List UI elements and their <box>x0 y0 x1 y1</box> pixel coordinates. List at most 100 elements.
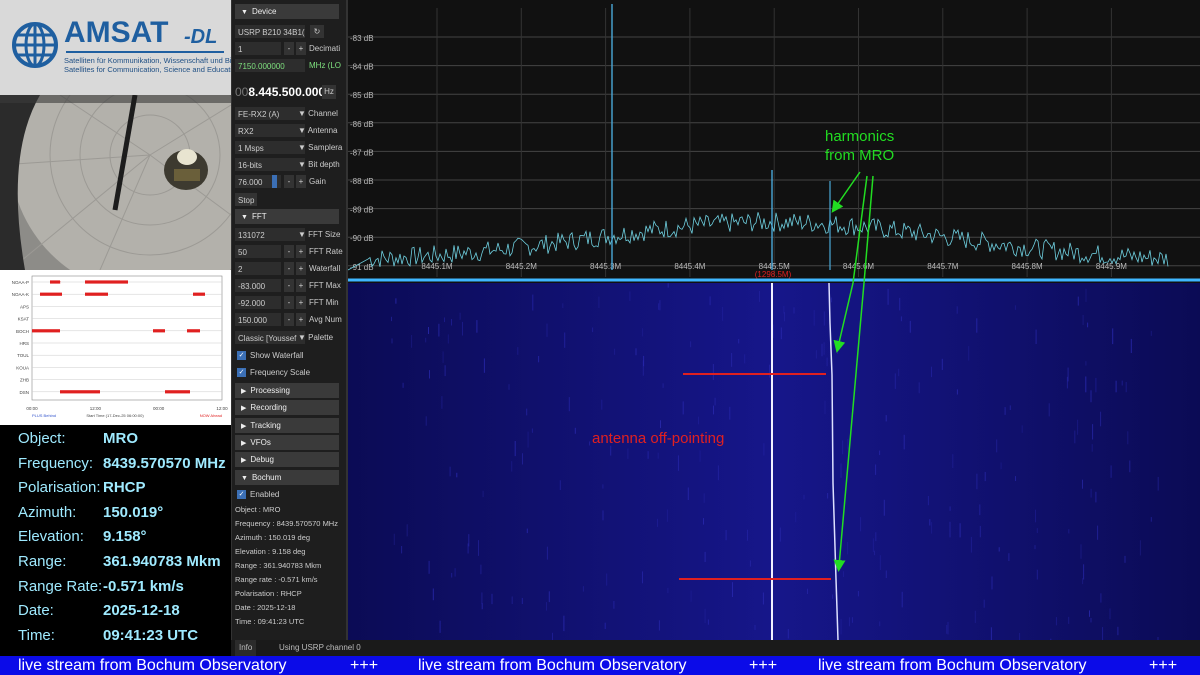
device-select[interactable]: USRP B210 34B1( <box>235 25 305 38</box>
waterfall-speckle <box>444 365 446 377</box>
frequency-display[interactable]: 008.445.500.000 Hz <box>235 83 343 101</box>
waterfall-speckle <box>1008 553 1010 561</box>
enabled-checkbox[interactable]: ✓ Enabled <box>235 487 343 502</box>
device-section-header[interactable]: ▼ Device <box>235 4 339 19</box>
waterfall-speckle <box>425 337 427 343</box>
refresh-icon[interactable]: ↻ <box>310 25 324 38</box>
stop-button[interactable]: Stop <box>235 193 257 206</box>
waterfall-plus-button[interactable]: + <box>296 262 306 275</box>
decimation-value[interactable]: 1 <box>235 42 281 55</box>
device-select-row[interactable]: USRP B210 34B1( ↻ <box>235 24 343 39</box>
waterfall-speckle <box>538 356 540 363</box>
status-text: Using USRP channel 0 <box>279 643 361 652</box>
fft-max-minus-button[interactable]: - <box>284 279 294 292</box>
frequency-value[interactable]: 8.445.500.000 <box>248 85 325 99</box>
fft-size-row[interactable]: 131072 ▼ FFT Size <box>235 227 343 242</box>
gain-plus-button[interactable]: + <box>296 175 306 188</box>
fft-max-plus-button[interactable]: + <box>296 279 306 292</box>
waterfall-speckle <box>991 576 993 590</box>
fft-spectrum-plot[interactable]: -83 dB -84 dB -85 dB -86 dB -87 dB -88 dB -89 … <box>346 0 1200 284</box>
info-tab[interactable]: Info <box>235 640 257 656</box>
waterfall-speckle <box>1082 479 1083 489</box>
gain-label: Gain <box>309 177 326 186</box>
waterfall-speckle <box>606 573 608 586</box>
bitdepth-label: Bit depth <box>308 160 340 169</box>
fft-min-minus-button[interactable]: - <box>284 296 294 309</box>
show-waterfall-checkbox[interactable]: ✓ Show Waterfall <box>235 348 343 363</box>
waterfall-speckle <box>807 588 808 594</box>
waterfall-display[interactable]: antenna off-pointing <box>346 282 1200 655</box>
waterfall-speckle <box>762 592 764 605</box>
waterfall-speckle <box>478 540 479 556</box>
fft-rate-input[interactable]: 50 <box>235 245 281 258</box>
fft-min-input[interactable]: -92.000 <box>235 296 281 309</box>
antenna-select[interactable]: RX2 <box>235 124 305 137</box>
samplerate-select[interactable]: 1 Msps <box>235 141 305 154</box>
channel-select[interactable]: FE-RX2 (A) <box>235 107 305 120</box>
info-label: Polarisation: <box>18 479 101 497</box>
tracking-section-header[interactable]: ▶ Tracking <box>235 418 339 433</box>
waterfall-speckle <box>657 518 658 527</box>
waterfall-speckle <box>946 625 948 634</box>
gain-slider-handle[interactable] <box>272 175 277 188</box>
palette-row[interactable]: Classic [Youssef ▼ Palette <box>235 330 343 345</box>
waterfall-speckle <box>887 288 889 305</box>
samplerate-row[interactable]: 1 Msps ▼ Samplera <box>235 140 343 155</box>
waterfall-speckle <box>860 517 862 532</box>
debug-section-header[interactable]: ▶ Debug <box>235 452 339 467</box>
vfos-section-header[interactable]: ▶ VFOs <box>235 435 339 450</box>
waterfall-speckle <box>1090 390 1092 403</box>
waterfall-minus-button[interactable]: - <box>284 262 294 275</box>
waterfall-speckle <box>666 509 668 522</box>
fft-rate-plus-button[interactable]: + <box>296 245 306 258</box>
waterfall-speckle <box>879 621 881 627</box>
waterfall-speckle <box>712 364 714 380</box>
recording-section-header[interactable]: ▶ Recording <box>235 400 339 415</box>
waterfall-speckle <box>848 617 850 627</box>
bochum-section-header[interactable]: ▼ Bochum <box>235 470 339 485</box>
schedule-marker: × <box>58 280 61 286</box>
decimation-minus-button[interactable]: - <box>284 42 294 55</box>
fft-rate-minus-button[interactable]: - <box>284 245 294 258</box>
waterfall-speckle <box>546 323 548 337</box>
channel-row[interactable]: FE-RX2 (A) ▼ Channel <box>235 106 343 121</box>
decimation-row: 1 - + Decimati <box>235 41 343 56</box>
avg-input[interactable]: 150.000 <box>235 313 281 326</box>
waterfall-speckle <box>1117 626 1119 636</box>
palette-select[interactable]: Classic [Youssef <box>235 331 305 344</box>
waterfall-speckle <box>974 610 976 623</box>
lo-input[interactable]: 7150.000000 <box>235 59 305 72</box>
waterfall-input[interactable]: 2 <box>235 262 281 275</box>
waterfall-speckle <box>847 541 849 555</box>
processing-section-header[interactable]: ▶ Processing <box>235 383 339 398</box>
waterfall-speckle <box>793 307 795 314</box>
avg-minus-button[interactable]: - <box>284 313 294 326</box>
waterfall-speckle <box>481 592 483 605</box>
antenna-row[interactable]: RX2 ▼ Antenna <box>235 123 343 138</box>
waterfall-speckle <box>559 480 561 490</box>
bitdepth-row[interactable]: 16-bits ▼ Bit depth <box>235 157 343 172</box>
decimation-plus-button[interactable]: + <box>296 42 306 55</box>
frequency-scale-checkbox[interactable]: ✓ Frequency Scale <box>235 365 343 380</box>
waterfall-speckle <box>602 510 604 521</box>
schedule-pass-bar <box>85 292 108 296</box>
fft-max-input[interactable]: -83.000 <box>235 279 281 292</box>
fft-min-label: FFT Min <box>309 298 339 307</box>
waterfall-speckle <box>947 621 949 635</box>
waterfall-speckle <box>1021 425 1023 433</box>
fft-min-plus-button[interactable]: + <box>296 296 306 309</box>
waterfall-speckle <box>704 551 706 562</box>
fft-section-header[interactable]: ▼ FFT <box>235 209 339 224</box>
avg-plus-button[interactable]: + <box>296 313 306 326</box>
schedule-row-label: TOUL <box>17 353 29 358</box>
waterfall-speckle <box>659 300 661 311</box>
fft-size-select[interactable]: 131072 <box>235 228 305 241</box>
waterfall-speckle <box>759 291 760 302</box>
waterfall-speckle <box>983 599 985 608</box>
gain-minus-button[interactable]: - <box>284 175 294 188</box>
waterfall-speckle <box>564 332 566 348</box>
info-row: Object: MRO <box>0 430 231 454</box>
amsat-logo: AMSAT -DL Satelliten für Kommunikation, … <box>0 0 250 95</box>
bitdepth-select[interactable]: 16-bits <box>235 158 305 171</box>
waterfall-speckle <box>931 366 932 378</box>
